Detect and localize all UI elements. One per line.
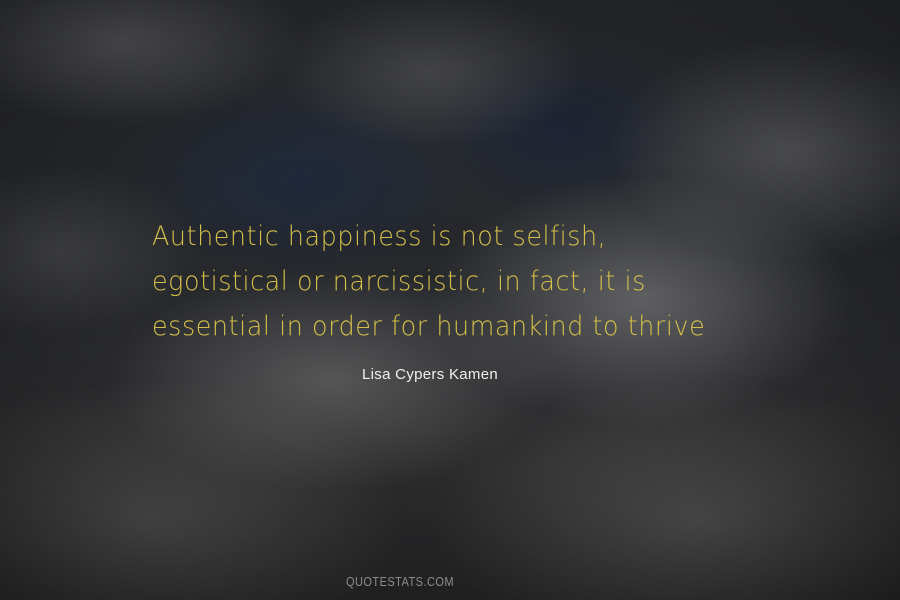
quote-line-1: Authentic happiness is not selfish, [152,221,607,252]
quote-author: Lisa Cypers Kamen [362,366,498,383]
quote-text: Authentic happiness is not selfish, egot… [152,214,810,349]
quote-line-3: essential in order for humankind to thri… [152,311,706,342]
site-watermark: QUOTESTATS.COM [345,574,455,589]
quote-line-2: egotistical or narcissistic, in fact, it… [152,266,646,297]
quote-card: Authentic happiness is not selfish, egot… [0,0,900,600]
